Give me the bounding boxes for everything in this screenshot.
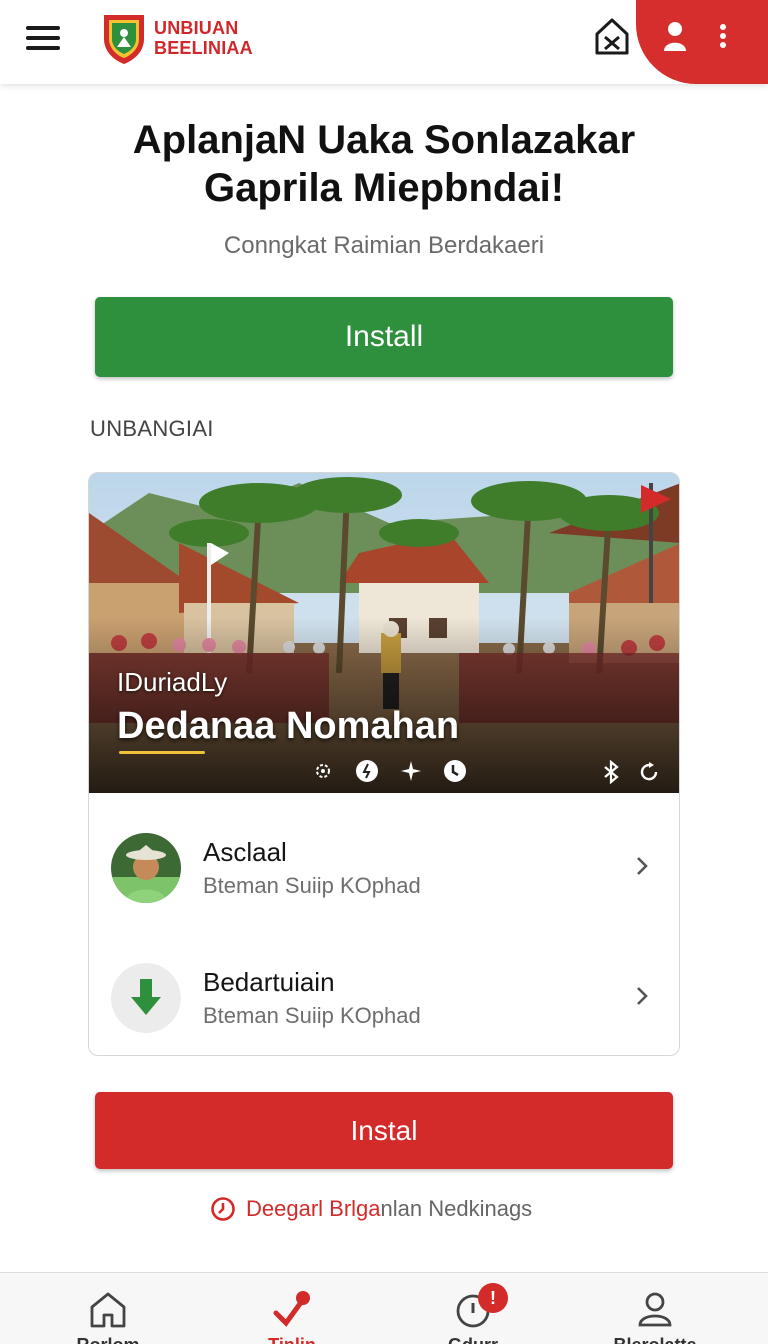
chevron-right-icon — [637, 987, 648, 1005]
logo-shield-icon — [104, 15, 144, 64]
nav-item-home[interactable]: Rorlom — [33, 1273, 183, 1344]
bottom-nav: Rorlom Tinlin ! Gdurr Blerolatte — [0, 1272, 768, 1344]
bluetooth-icon[interactable] — [599, 760, 623, 784]
pin-check-icon — [273, 1291, 310, 1327]
title-line-2: Gaprila Miepbndai! — [203, 166, 565, 210]
sparkle-icon[interactable] — [399, 759, 423, 783]
moon-icon[interactable] — [443, 759, 467, 783]
footer-link-red: Deegarl Brlga — [246, 1196, 381, 1221]
settings-icon[interactable] — [311, 759, 335, 783]
footer-link[interactable]: Deegarl Brlga nlan Nedkinags — [210, 1194, 532, 1224]
footer-link-grey: nlan Nedkinags — [380, 1196, 533, 1221]
more-vertical-icon[interactable] — [720, 24, 728, 52]
refresh-icon[interactable] — [637, 760, 661, 784]
notification-badge: ! — [478, 1283, 508, 1313]
profile-icon — [638, 1292, 672, 1327]
app-header: UNBIUAN BEELINIAA — [0, 0, 768, 84]
feature-card: IDuriadLy Dedanaa Nomahan Asclaal Bteman… — [88, 472, 680, 1056]
nav-item-profile[interactable]: Blerolatte — [580, 1273, 730, 1344]
list-item[interactable]: Bedartuiain Bteman Suiip KOphad — [89, 939, 679, 1055]
instal-button[interactable]: Instal — [95, 1092, 673, 1169]
clock-icon[interactable] — [355, 759, 379, 783]
home-icon — [90, 1292, 126, 1328]
row-subtitle: Bteman Suiip KOphad — [203, 873, 421, 898]
install-button[interactable]: Install — [95, 297, 673, 377]
row-title: Asclaal — [203, 837, 287, 867]
home-icon[interactable] — [594, 16, 630, 56]
photo-caption-small: IDuriadLy — [117, 667, 228, 697]
brand-logo[interactable]: UNBIUAN BEELINIAA — [100, 10, 253, 66]
nav-label: Gdurr — [398, 1335, 548, 1344]
chevron-right-icon — [637, 857, 648, 875]
row-title: Bedartuiain — [203, 967, 335, 997]
brand-line-1: UNBIUAN — [154, 18, 239, 38]
user-icon[interactable] — [662, 20, 688, 52]
photo-icon-group-right — [599, 760, 661, 784]
row-subtitle: Bteman Suiip KOphad — [203, 1003, 421, 1028]
section-label: UNBANGIAI — [90, 416, 214, 441]
brand-line-2: BEELINIAA — [154, 38, 253, 58]
caption-underline — [119, 751, 205, 754]
user-menu-area — [636, 0, 768, 84]
refresh-clock-icon — [211, 1197, 235, 1221]
nav-label: Rorlom — [33, 1335, 183, 1344]
page-subtitle: Conngkat Raimian Berdakaeri — [223, 232, 545, 259]
nav-label: Blerolatte — [580, 1335, 730, 1344]
nav-item-gdurr[interactable]: ! Gdurr — [398, 1273, 548, 1344]
nav-label: Tinlin — [217, 1335, 367, 1344]
menu-icon[interactable] — [26, 22, 64, 56]
nav-item-tinlin[interactable]: Tinlin — [217, 1273, 367, 1344]
page-title: AplanjaN Uaka Sonlazakar Gaprila Miepbnd… — [40, 116, 728, 212]
list-item[interactable]: Asclaal Bteman Suiip KOphad — [89, 809, 679, 937]
photo-icon-group — [311, 759, 467, 783]
farmer-avatar — [111, 833, 181, 903]
photo-caption-big: Dedanaa Nomahan — [117, 705, 460, 747]
download-arrow-icon — [111, 963, 181, 1033]
title-line-1: AplanjaN Uaka Sonlazakar — [132, 118, 636, 162]
